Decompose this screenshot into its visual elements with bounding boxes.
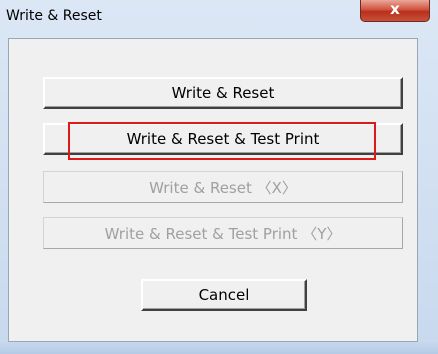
close-button[interactable]: x — [360, 0, 430, 22]
write-reset-x-label: Write & Reset 〈X〉 — [149, 178, 297, 197]
write-reset-x-button[interactable]: Write & Reset 〈X〉 — [43, 171, 403, 203]
window-bottom-frame — [0, 342, 438, 354]
dialog-content: Write & Reset Write & Reset & Test Print… — [8, 38, 418, 342]
dialog-window: Write & Reset x Write & Reset Write & Re… — [0, 0, 438, 354]
window-title: Write & Reset — [6, 8, 102, 24]
write-reset-test-print-label: Write & Reset & Test Print — [126, 130, 320, 148]
write-reset-label: Write & Reset — [171, 84, 275, 102]
title-bar[interactable]: Write & Reset x — [0, 0, 438, 34]
cancel-label: Cancel — [198, 286, 250, 304]
write-reset-button[interactable]: Write & Reset — [43, 77, 403, 109]
close-icon: x — [390, 0, 400, 18]
write-reset-test-print-button[interactable]: Write & Reset & Test Print — [43, 123, 403, 155]
write-reset-test-print-y-button[interactable]: Write & Reset & Test Print 〈Y〉 — [43, 217, 403, 249]
write-reset-test-print-y-label: Write & Reset & Test Print 〈Y〉 — [104, 224, 342, 243]
cancel-button[interactable]: Cancel — [141, 279, 307, 311]
